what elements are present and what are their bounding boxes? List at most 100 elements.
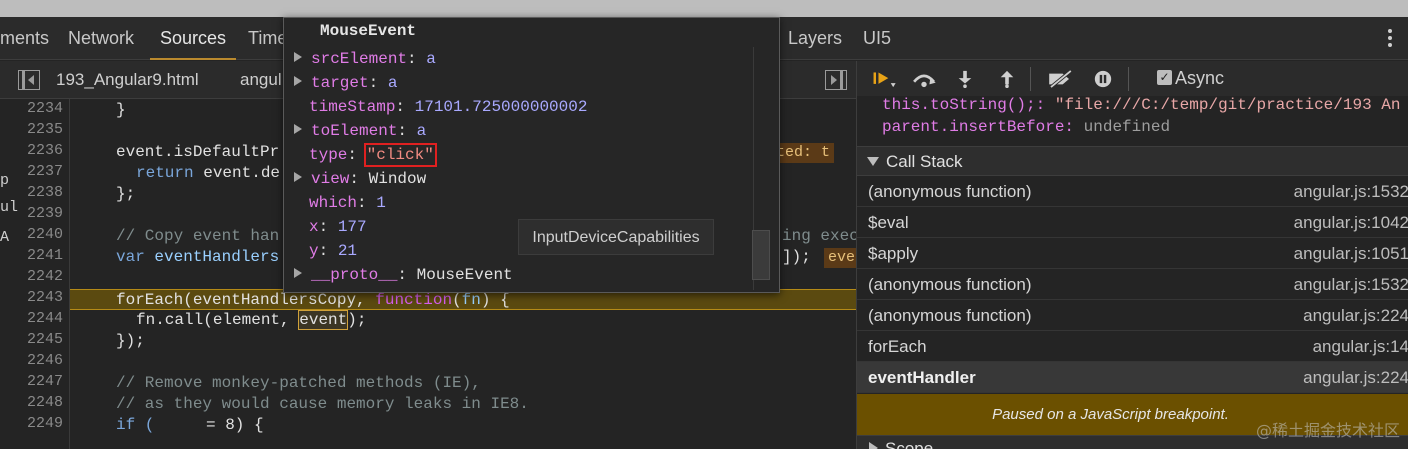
property-value: 17101.725000000002 — [414, 98, 588, 116]
code-text: }); — [116, 332, 145, 350]
property-value: 177 — [337, 218, 367, 236]
code-text: ); — [347, 311, 367, 329]
line-number[interactable]: 2248 — [27, 394, 63, 411]
code-line: = 8) { — [206, 415, 856, 436]
inline-value-annotation: ted: t — [772, 143, 835, 163]
expand-arrow-icon[interactable] — [294, 268, 302, 278]
async-checkbox[interactable]: ✓ — [1157, 70, 1172, 85]
line-number[interactable]: 2242 — [27, 268, 63, 285]
call-frame[interactable]: $eval angular.js:1042 — [857, 207, 1408, 238]
hover-tooltip: InputDeviceCapabilities — [518, 219, 714, 255]
call-frame[interactable]: (anonymous function) angular.js:1532 — [857, 269, 1408, 300]
call-frame-selected[interactable]: eventHandler angular.js:224 — [857, 362, 1408, 393]
line-number[interactable]: 2234 — [27, 100, 63, 117]
clip-text: A — [0, 229, 10, 246]
scope-variable-row[interactable]: parent.insertBefore: undefined — [882, 118, 1170, 136]
frame-location[interactable]: angular.js:14 — [1313, 331, 1408, 362]
line-number[interactable]: 2238 — [27, 184, 63, 201]
step-over-icon[interactable] — [910, 70, 938, 88]
frame-location[interactable]: angular.js:1051 — [1294, 238, 1408, 269]
property-key: y — [309, 242, 319, 260]
frame-location[interactable]: angular.js:224 — [1303, 362, 1408, 393]
code-line: }); — [116, 331, 856, 352]
resume-icon[interactable] — [870, 70, 900, 88]
property-row-toElement[interactable]: toElement: a — [284, 119, 426, 143]
scope-variable-row[interactable]: this.toString();: "file:///C:/temp/git/p… — [882, 96, 1401, 114]
line-number[interactable]: 2241 — [27, 247, 63, 264]
expand-arrow-icon[interactable] — [294, 172, 302, 182]
frame-function: (anonymous function) — [868, 306, 1032, 325]
call-frame[interactable]: (anonymous function) angular.js:1532 — [857, 176, 1408, 207]
file-tab-html[interactable]: 193_Angular9.html — [56, 61, 199, 99]
property-row-proto[interactable]: __proto__: MouseEvent — [284, 263, 513, 287]
file-tab-angular[interactable]: angul — [240, 61, 282, 99]
deactivate-breakpoints-icon[interactable] — [1045, 70, 1075, 88]
scope-value: undefined — [1074, 118, 1171, 136]
property-key: timeStamp — [309, 98, 396, 116]
highlighted-string-value: "click" — [363, 143, 437, 167]
tab-layers[interactable]: Layers — [788, 17, 842, 60]
line-number[interactable]: 2235 — [27, 121, 63, 138]
line-number[interactable]: 2249 — [27, 415, 63, 432]
line-number[interactable]: 2240 — [27, 226, 63, 243]
tab-sources[interactable]: Sources — [150, 17, 237, 60]
frame-location[interactable]: angular.js:1042 — [1294, 207, 1408, 238]
watermark: @稀土掘金技术社区 — [1255, 421, 1400, 440]
toggle-debugger-icon[interactable] — [825, 70, 847, 90]
line-gutter[interactable]: 2234 2235 2236 2237 2238 2239 2240 2241 … — [12, 99, 70, 449]
line-number[interactable]: 2243 — [27, 289, 63, 306]
call-frame[interactable]: forEach angular.js:14 — [857, 331, 1408, 362]
code-text: ) { — [480, 291, 510, 309]
property-colon: : — [368, 74, 388, 92]
hovered-event-token[interactable]: event — [298, 310, 349, 330]
code-keyword: function — [375, 291, 453, 309]
tab-elements[interactable]: ments — [0, 17, 49, 60]
step-into-icon[interactable] — [956, 70, 974, 88]
line-number[interactable]: 2246 — [27, 352, 63, 369]
collapse-arrow-icon[interactable] — [867, 157, 879, 166]
property-row-srcElement[interactable]: srcElement: a — [284, 47, 436, 71]
expand-arrow-icon[interactable] — [294, 124, 302, 134]
frame-location[interactable]: angular.js:224 — [1303, 300, 1408, 331]
line-number[interactable]: 2239 — [27, 205, 63, 222]
call-stack-header[interactable]: Call Stack — [857, 146, 1408, 176]
call-frame[interactable]: (anonymous function) angular.js:224 — [857, 300, 1408, 331]
code-text: = 8) { — [206, 416, 264, 434]
expand-arrow-icon[interactable] — [869, 442, 878, 449]
call-frame[interactable]: $apply angular.js:1051 — [857, 238, 1408, 269]
property-key: which — [309, 194, 358, 212]
code-comment: // Remove monkey-patched methods (IE), — [116, 374, 481, 392]
frame-location[interactable]: angular.js:1532 — [1294, 176, 1408, 207]
property-colon: : — [347, 146, 367, 164]
toolbar-divider — [1030, 67, 1031, 91]
line-number[interactable]: 2247 — [27, 373, 63, 390]
expand-arrow-icon[interactable] — [294, 76, 302, 86]
property-colon: : — [395, 98, 415, 116]
line-number[interactable]: 2245 — [27, 331, 63, 348]
property-colon: : — [349, 170, 369, 188]
tab-timeline[interactable]: Time — [248, 17, 287, 60]
pause-on-exceptions-icon[interactable] — [1092, 70, 1114, 88]
code-line: fn.call(element, event); — [136, 310, 856, 331]
line-number[interactable]: 2244 — [27, 310, 63, 327]
more-options-icon[interactable] — [1380, 27, 1400, 51]
toggle-navigator-icon[interactable] — [18, 70, 40, 90]
popover-scrollbar-thumb[interactable] — [752, 230, 770, 280]
expand-arrow-icon[interactable] — [294, 52, 302, 62]
toolbar-divider — [1128, 67, 1129, 91]
code-text: fn.call(element, — [136, 311, 300, 329]
code-text: event.de — [193, 164, 281, 182]
frame-location[interactable]: angular.js:1532 — [1294, 269, 1408, 300]
tab-ui5[interactable]: UI5 — [863, 17, 891, 60]
line-number[interactable]: 2236 — [27, 142, 63, 159]
popover-title: MouseEvent — [320, 22, 417, 40]
tab-network[interactable]: Network — [68, 17, 134, 60]
property-row-view[interactable]: view: Window — [284, 167, 426, 191]
code-line: // as they would cause memory leaks in I… — [116, 394, 856, 415]
property-value: a — [416, 122, 427, 140]
property-row-target[interactable]: target: a — [284, 71, 397, 95]
line-number[interactable]: 2237 — [27, 163, 63, 180]
code-comment: ing exec — [782, 227, 856, 245]
property-value: a — [426, 50, 436, 68]
step-out-icon[interactable] — [998, 70, 1016, 88]
